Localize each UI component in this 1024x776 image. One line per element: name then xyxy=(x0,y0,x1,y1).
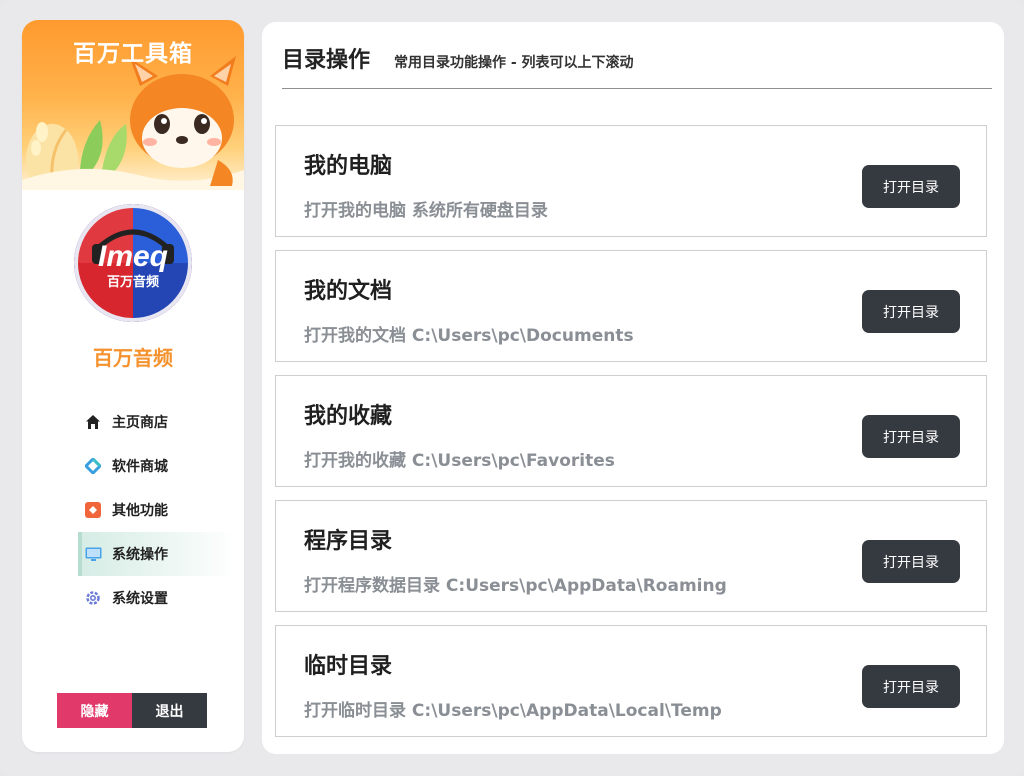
page-header: 目录操作 常用目录功能操作 - 列表可以上下滚动 xyxy=(282,40,992,89)
open-directory-button[interactable]: 打开目录 xyxy=(862,665,960,708)
app-window: 百万工具箱 Imeq 百万音频 百万音频 主页商店 软件商城 其他功能 系统操作… xyxy=(0,0,1024,776)
item-description: 打开临时目录 C:\Users\pc\AppData\Local\Temp xyxy=(304,701,722,721)
item-description: 打开程序数据目录 C:Users\pc\AppData\Roaming xyxy=(304,576,727,596)
sidebar-item-software-mall[interactable]: 软件商城 xyxy=(78,444,236,488)
item-title: 临时目录 xyxy=(304,654,393,679)
item-description: 打开我的电脑 系统所有硬盘目录 xyxy=(304,201,548,221)
item-title: 我的电脑 xyxy=(304,154,393,179)
item-description: 打开我的收藏 C:\Users\pc\Favorites xyxy=(304,451,615,471)
avatar-logo-subtext: 百万音频 xyxy=(107,274,159,290)
apps-icon xyxy=(84,501,102,519)
sidebar-item-home-store[interactable]: 主页商店 xyxy=(78,400,236,444)
open-directory-button[interactable]: 打开目录 xyxy=(862,290,960,333)
sidebar-item-system-settings[interactable]: 系统设置 xyxy=(78,576,236,620)
list-item: 我的收藏 打开我的收藏 C:\Users\pc\Favorites 打开目录 xyxy=(275,375,987,487)
list-item: 我的文档 打开我的文档 C:\Users\pc\Documents 打开目录 xyxy=(275,250,987,362)
directory-list[interactable]: 我的电脑 打开我的电脑 系统所有硬盘目录 打开目录 我的文档 打开我的文档 C:… xyxy=(275,125,987,750)
page-title: 目录操作 xyxy=(282,48,371,73)
item-title: 程序目录 xyxy=(304,529,393,554)
list-item: 临时目录 打开临时目录 C:\Users\pc\AppData\Local\Te… xyxy=(275,625,987,737)
banner: 百万工具箱 xyxy=(22,20,244,190)
sidebar-item-system-operations[interactable]: 系统操作 xyxy=(78,532,236,576)
page-subtitle: 常用目录功能操作 - 列表可以上下滚动 xyxy=(394,55,634,71)
item-title: 我的文档 xyxy=(304,279,393,304)
list-item: 程序目录 打开程序数据目录 C:Users\pc\AppData\Roaming… xyxy=(275,500,987,612)
item-description: 打开我的文档 C:\Users\pc\Documents xyxy=(304,326,634,346)
brand-name: 百万音频 xyxy=(93,346,173,370)
sidebar-item-label: 主页商店 xyxy=(112,415,168,431)
sidebar-item-label: 系统设置 xyxy=(112,591,168,607)
diamond-icon xyxy=(84,457,102,475)
monitor-icon xyxy=(84,545,102,563)
gear-icon xyxy=(84,589,102,607)
open-directory-button[interactable]: 打开目录 xyxy=(862,540,960,583)
sidebar-item-label: 系统操作 xyxy=(112,547,168,563)
sidebar-nav: 主页商店 软件商城 其他功能 系统操作 系统设置 xyxy=(78,400,236,620)
avatar: Imeq 百万音频 xyxy=(74,204,192,322)
banner-title: 百万工具箱 xyxy=(73,41,193,67)
sidebar: 百万工具箱 Imeq 百万音频 百万音频 主页商店 软件商城 其他功能 系统操作… xyxy=(22,20,244,752)
home-icon xyxy=(84,413,102,431)
open-directory-button[interactable]: 打开目录 xyxy=(862,165,960,208)
open-directory-button[interactable]: 打开目录 xyxy=(862,415,960,458)
sidebar-item-other-functions[interactable]: 其他功能 xyxy=(78,488,236,532)
item-title: 我的收藏 xyxy=(304,404,393,429)
list-item: 我的电脑 打开我的电脑 系统所有硬盘目录 打开目录 xyxy=(275,125,987,237)
avatar-logo-text: Imeq xyxy=(98,240,168,273)
hide-button[interactable]: 隐藏 xyxy=(57,693,132,728)
exit-button[interactable]: 退出 xyxy=(132,693,207,728)
sidebar-item-label: 其他功能 xyxy=(112,503,168,519)
sidebar-item-label: 软件商城 xyxy=(112,459,168,475)
main-panel: 目录操作 常用目录功能操作 - 列表可以上下滚动 我的电脑 打开我的电脑 系统所… xyxy=(262,22,1004,754)
